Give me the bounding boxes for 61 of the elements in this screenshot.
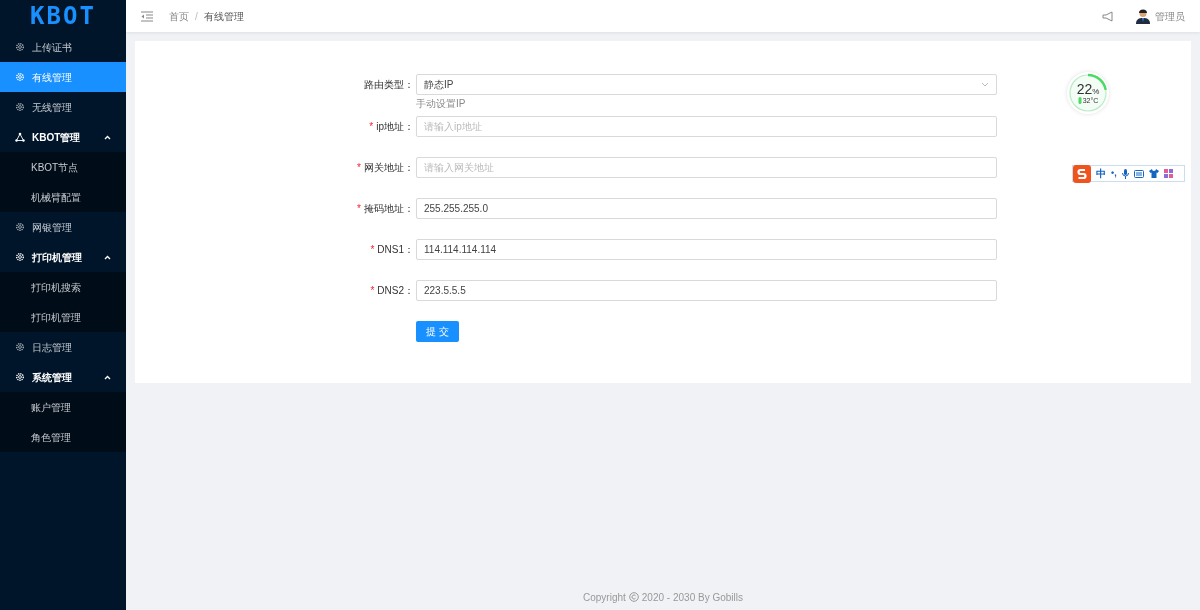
caret-icon <box>104 374 111 380</box>
required-asterisk: * <box>370 284 375 298</box>
caret-icon <box>104 254 111 260</box>
gear-icon <box>15 42 25 52</box>
submenu-item[interactable]: 机械臂配置 <box>0 182 126 212</box>
field-label: 路由类型： <box>364 78 414 92</box>
route-type-select[interactable]: 静态IP <box>416 74 997 95</box>
logo: KBOT <box>29 1 97 32</box>
user-avatar-icon <box>1136 8 1150 24</box>
submenu-item[interactable]: 角色管理 <box>0 422 126 452</box>
menu-group[interactable]: 打印机管理 <box>0 242 126 272</box>
required-asterisk: * <box>370 243 375 257</box>
percent-sign: % <box>1092 88 1100 96</box>
ime-mode-toggle[interactable]: 中 <box>1096 166 1106 181</box>
megaphone-icon[interactable] <box>1102 10 1114 22</box>
user-name[interactable]: 管理员 <box>1155 8 1185 24</box>
menu-item[interactable]: 上传证书 <box>0 32 126 62</box>
gear-icon <box>15 252 25 262</box>
menu-fold-icon[interactable] <box>141 10 153 22</box>
field-label: DNS1： <box>377 243 414 257</box>
submenu-item[interactable]: 打印机管理 <box>0 302 126 332</box>
menu-group[interactable]: KBOT管理 <box>0 122 126 152</box>
required-asterisk: * <box>357 202 361 216</box>
breadcrumb-separator: / <box>195 9 198 24</box>
field-hint: 手动设置IP <box>416 97 466 110</box>
gear-icon <box>15 222 25 232</box>
microphone-icon[interactable] <box>1121 168 1129 179</box>
chevron-down-icon <box>981 82 989 87</box>
gear-icon <box>15 342 25 352</box>
submenu-item[interactable]: 账户管理 <box>0 392 126 422</box>
field-label: ip地址： <box>376 120 414 134</box>
punctuation-toggle[interactable]: •, <box>1111 166 1117 181</box>
menu-group[interactable]: 系统管理 <box>0 362 126 392</box>
submenu-item[interactable]: KBOT节点 <box>0 152 126 182</box>
copyright-icon <box>628 592 639 602</box>
thermometer-icon <box>1077 97 1082 104</box>
input-field[interactable]: 255.255.255.0 <box>416 198 997 219</box>
copyright-text: Copyright <box>583 590 626 605</box>
breadcrumb-link[interactable]: 有线管理 <box>203 8 244 24</box>
caret-icon <box>104 134 111 140</box>
grid-icon[interactable] <box>1163 169 1173 178</box>
field-label: DNS2： <box>377 284 414 298</box>
input-field[interactable]: 223.5.5.5 <box>416 280 997 301</box>
network-icon <box>15 132 25 142</box>
gear-icon <box>15 372 25 382</box>
usage-percent: 22 <box>1076 82 1093 96</box>
field-label: 网关地址： <box>364 161 414 175</box>
required-asterisk: * <box>369 120 374 134</box>
gear-icon <box>15 102 25 112</box>
menu-item[interactable]: 网银管理 <box>0 212 126 242</box>
submenu-item[interactable]: 打印机搜索 <box>0 272 126 302</box>
required-asterisk: * <box>357 161 361 175</box>
menu-item[interactable]: 无线管理 <box>0 92 126 122</box>
breadcrumb-link[interactable]: 首页 <box>169 8 189 24</box>
menu-item[interactable]: 日志管理 <box>0 332 126 362</box>
keyboard-icon[interactable] <box>1133 169 1144 178</box>
gear-icon <box>15 72 25 82</box>
shirt-icon[interactable] <box>1148 169 1159 178</box>
field-label: 掩码地址： <box>364 202 414 216</box>
copyright-years: 2020 - 2030 By Gobills <box>641 590 743 605</box>
input-field[interactable]: 114.114.114.114 <box>416 239 997 260</box>
